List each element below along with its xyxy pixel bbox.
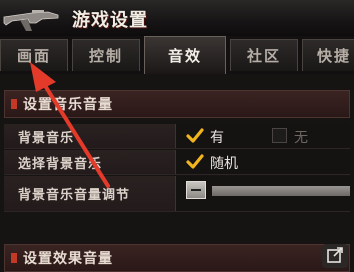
section-bullet	[11, 253, 17, 263]
tab-graphics-label: 画面	[16, 47, 51, 65]
music-volume-label: 背景音乐音量调节	[4, 176, 176, 211]
popout-icon[interactable]	[322, 244, 348, 268]
tab-shortcuts-label: 快捷	[317, 47, 352, 65]
window-title: 游戏设置	[72, 10, 148, 31]
minus-icon[interactable]	[186, 181, 206, 199]
random-music-label[interactable]: 随机	[210, 153, 238, 173]
tab-strip: 画面 控制 音效 社区 快捷	[0, 36, 354, 74]
bg-music-label: 背景音乐	[4, 124, 176, 148]
select-music-label: 选择背景音乐	[4, 150, 176, 174]
tab-sound[interactable]: 音效	[144, 36, 226, 74]
checkmark-icon[interactable]	[186, 127, 204, 145]
tab-controls-label: 控制	[88, 47, 123, 65]
bg-music-options: 有 无	[176, 124, 350, 148]
checkmark-icon[interactable]	[186, 153, 204, 171]
effects-section-title: 设置效果音量	[23, 251, 113, 267]
tab-sound-label: 音效	[167, 47, 202, 65]
effects-section-header: 设置效果音量	[4, 244, 350, 272]
tab-community-label: 社区	[246, 47, 281, 65]
bg-music-on-label[interactable]: 有	[210, 127, 224, 147]
tab-shortcuts[interactable]: 快捷	[302, 39, 354, 71]
tab-graphics[interactable]: 画面	[0, 39, 68, 71]
bg-music-row: 背景音乐 有 无	[4, 124, 350, 149]
select-music-row: 选择背景音乐 随机	[4, 150, 350, 175]
music-section-title: 设置音乐音量	[23, 97, 113, 113]
music-volume-row: 背景音乐音量调节	[4, 176, 350, 212]
bg-music-off-checkbox[interactable]	[272, 128, 287, 143]
tab-controls[interactable]: 控制	[72, 39, 140, 71]
music-volume-control	[176, 176, 350, 211]
title-bar: 游戏设置	[0, 0, 354, 37]
bg-music-off-label[interactable]: 无	[294, 127, 308, 147]
sound-settings-panel: 设置音乐音量 背景音乐 有 无 选择背景音乐 随机 背景音乐音量调节 设置效果音…	[0, 74, 354, 272]
tab-community[interactable]: 社区	[230, 39, 298, 71]
music-section-header: 设置音乐音量	[4, 90, 350, 118]
music-volume-slider[interactable]	[212, 186, 350, 196]
select-music-options: 随机	[176, 150, 350, 174]
gun-icon	[3, 10, 59, 31]
section-bullet	[11, 99, 17, 109]
